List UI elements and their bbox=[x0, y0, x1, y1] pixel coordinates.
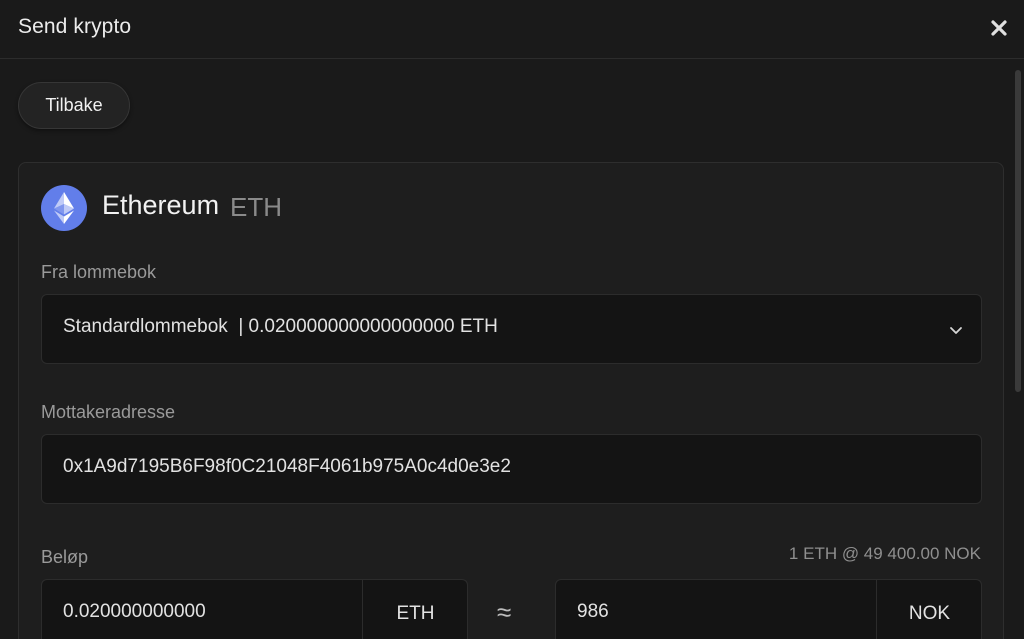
back-button[interactable]: Tilbake bbox=[18, 82, 130, 129]
recipient-address-value: 0x1A9d7195B6F98f0C21048F4061b975A0c4d0e3… bbox=[63, 456, 511, 477]
amount-label: Beløp bbox=[41, 547, 89, 567]
coin-ticker: ETH bbox=[230, 192, 282, 222]
recipient-label: Mottakeradresse bbox=[41, 402, 176, 422]
ethereum-icon bbox=[41, 185, 87, 231]
exchange-rate: 1 ETH @ 49 400.00 NOK bbox=[788, 544, 981, 563]
fiat-amount-value: 986 bbox=[577, 601, 609, 622]
crypto-amount-value: 0.020000000000 bbox=[63, 601, 206, 622]
close-icon[interactable] bbox=[988, 17, 1010, 39]
modal-title: Send krypto bbox=[18, 15, 132, 38]
send-crypto-modal: Send krypto Tilbake Ethereum ETH Fra lom… bbox=[0, 0, 1024, 639]
from-wallet-select[interactable]: Standardlommebok | 0.020000000000000000 … bbox=[41, 294, 982, 364]
approx-symbol: ≈ bbox=[497, 597, 512, 627]
scrollbar[interactable] bbox=[1015, 70, 1021, 392]
coin-name: Ethereum bbox=[102, 190, 220, 220]
modal-header: Send krypto bbox=[0, 0, 1024, 59]
from-wallet-label: Fra lommebok bbox=[41, 262, 157, 282]
chevron-down-icon bbox=[949, 323, 963, 337]
crypto-unit-label: ETH bbox=[362, 580, 468, 639]
recipient-address-input[interactable]: 0x1A9d7195B6F98f0C21048F4061b975A0c4d0e3… bbox=[41, 434, 982, 504]
send-form-card: Ethereum ETH Fra lommebok Standardlommeb… bbox=[18, 162, 1004, 639]
crypto-amount-input[interactable]: 0.020000000000 ETH bbox=[41, 579, 468, 639]
fiat-unit-label: NOK bbox=[876, 580, 982, 639]
from-wallet-value: Standardlommebok | 0.020000000000000000 … bbox=[63, 316, 498, 337]
fiat-amount-input[interactable]: 986 NOK bbox=[555, 579, 982, 639]
